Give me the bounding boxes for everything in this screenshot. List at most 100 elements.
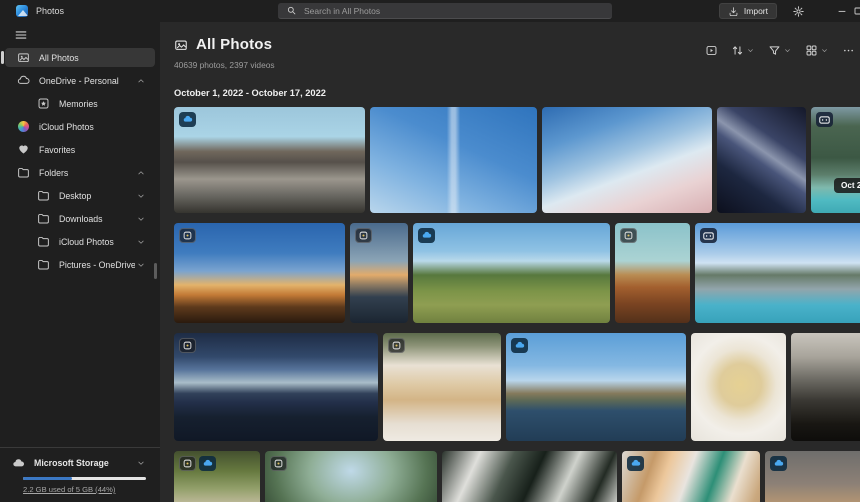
- content-area: All Photos 40639 photos, 2397 videos Oct…: [160, 22, 860, 502]
- tile-badges: [627, 456, 644, 471]
- sidebar: All Photos OneDrive - Personal Memories iCl…: [0, 22, 160, 502]
- sidebar-item-label: Folders: [39, 168, 135, 178]
- page-title: All Photos: [196, 36, 272, 53]
- photo-tile-turquoise-mountain-lake-with-glacier[interactable]: [695, 223, 860, 323]
- more-button[interactable]: [839, 42, 858, 59]
- photo-badge-icon: [179, 338, 196, 353]
- cloud-badge-icon: [199, 456, 216, 471]
- hamburger-menu-button[interactable]: [10, 26, 32, 44]
- video-badge-icon: [700, 228, 717, 243]
- sidebar-item-label: iCloud Photos: [39, 122, 151, 132]
- heart-icon: [17, 143, 30, 156]
- photo-grid-row: [174, 333, 860, 441]
- photo-tile-sunset-reflection-on-water[interactable]: [350, 223, 408, 323]
- scroll-date-indicator: Oct 2022: [834, 178, 860, 193]
- sidebar-item-folders[interactable]: Folders: [5, 163, 155, 182]
- sidebar-nav: All Photos OneDrive - Personal Memories iCl…: [0, 48, 160, 278]
- photo-tile-green-park-panorama-with-fence[interactable]: [413, 223, 610, 323]
- photo-tile-sunset-street-with-bare-trees[interactable]: [174, 223, 345, 323]
- cloud-icon: [17, 74, 30, 87]
- gallery-icon: [17, 51, 30, 64]
- folder-icon: [37, 235, 50, 248]
- photo-badge-icon: [179, 228, 196, 243]
- sidebar-item-favorites[interactable]: Favorites: [5, 140, 155, 159]
- sidebar-item-desktop[interactable]: Desktop: [5, 186, 155, 205]
- sidebar-scrollbar-thumb[interactable]: [154, 263, 157, 279]
- storage-usage-link[interactable]: 2.2 GB used of 5 GB (44%): [23, 485, 146, 494]
- tile-badges: [270, 456, 287, 471]
- tile-badges: [179, 228, 196, 243]
- sidebar-item-memories[interactable]: Memories: [5, 94, 155, 113]
- chevron-down-icon: [135, 191, 147, 201]
- photo-tile-house-plant-on-kitchen-counter[interactable]: [174, 451, 260, 502]
- tile-badges: [511, 338, 528, 353]
- sidebar-item-onedrive-personal[interactable]: OneDrive - Personal: [5, 71, 155, 90]
- sidebar-item-downloads[interactable]: Downloads: [5, 209, 155, 228]
- tile-badges: [179, 456, 216, 471]
- slideshow-icon: [705, 44, 718, 57]
- view-button[interactable]: [802, 42, 832, 59]
- photos-app-icon: [16, 5, 28, 17]
- storage-progress-bar: [23, 477, 146, 480]
- photo-tile-puppy-sitting-on-bed[interactable]: [383, 333, 501, 441]
- photo-tile-storm-cloud-over-dark-landscape[interactable]: [791, 333, 860, 441]
- gallery-toolbar: [702, 42, 858, 59]
- chevron-down-icon: [135, 237, 147, 247]
- photo-tile-city-skyline-with-snowy-mountains[interactable]: [174, 107, 365, 213]
- cloud-badge-icon: [511, 338, 528, 353]
- filter-button[interactable]: [765, 42, 795, 59]
- cloud-badge-icon: [770, 456, 787, 471]
- settings-button[interactable]: [789, 3, 807, 19]
- sidebar-item-icloud-photos[interactable]: iCloud Photos: [5, 117, 155, 136]
- photo-tile-forest-canopy-looking-up[interactable]: [265, 451, 437, 502]
- slideshow-button[interactable]: [702, 42, 721, 59]
- sidebar-item-label: iCloud Photos: [59, 237, 135, 247]
- photo-tile-ocean-waves-aerial-black-and-white[interactable]: [442, 451, 617, 502]
- cloud-filled-icon: [12, 457, 25, 470]
- photo-tile-harbor-with-white-sails-at-dusk[interactable]: [174, 333, 378, 441]
- chevron-down-icon: [783, 46, 792, 55]
- photo-badge-icon: [270, 456, 287, 471]
- sidebar-item-label: Memories: [59, 99, 151, 109]
- tile-badges: [770, 456, 787, 471]
- sidebar-item-label: Downloads: [59, 214, 135, 224]
- photo-tile-airplane-wing-over-pink-clouds[interactable]: [542, 107, 712, 213]
- maximize-button[interactable]: [849, 3, 860, 19]
- sort-button[interactable]: [728, 42, 758, 59]
- chevron-down-icon: [135, 458, 147, 468]
- photo-grid: [174, 107, 860, 502]
- chevron-down-icon: [135, 260, 147, 270]
- storage-row[interactable]: Microsoft Storage: [0, 456, 160, 470]
- cloud-badge-icon: [627, 456, 644, 471]
- icloud-icon: [17, 121, 30, 132]
- sidebar-item-label: Pictures - OneDrive Personal: [59, 260, 135, 270]
- cloud-badge-icon: [179, 112, 196, 127]
- photo-tile-amusement-tower-with-birds-in-blue-sky[interactable]: [370, 107, 537, 213]
- import-icon: [728, 6, 739, 17]
- sort-icon: [731, 44, 744, 57]
- photo-tile-forest-bridge-over-turquoise-lake[interactable]: [811, 107, 860, 213]
- library-counts: 40639 photos, 2397 videos: [174, 60, 860, 70]
- photo-tile-dog-standing-on-street[interactable]: [765, 451, 860, 502]
- photo-tile-pasta-plate-with-herbs[interactable]: [691, 333, 786, 441]
- titlebar: Photos Search in All Photos Import: [0, 0, 860, 22]
- view-icon: [805, 44, 818, 57]
- chevron-down-icon: [135, 214, 147, 224]
- search-icon: [286, 5, 297, 16]
- search-placeholder-text: Search in All Photos: [304, 6, 380, 16]
- photo-badge-icon: [620, 228, 637, 243]
- sidebar-item-label: Desktop: [59, 191, 135, 201]
- photo-tile-night-sky-with-milky-way[interactable]: [717, 107, 806, 213]
- photo-tile-red-dirt-road-under-teal-sky[interactable]: [615, 223, 690, 323]
- tile-badges: [388, 338, 405, 353]
- sidebar-item-label: OneDrive - Personal: [39, 76, 135, 86]
- sidebar-item-all-photos[interactable]: All Photos: [5, 48, 155, 67]
- search-input[interactable]: Search in All Photos: [278, 3, 612, 19]
- photo-tile-lake-with-cliffs-and-clouds[interactable]: [506, 333, 686, 441]
- sidebar-item-icloud-photos[interactable]: iCloud Photos: [5, 232, 155, 251]
- import-button[interactable]: Import: [719, 3, 777, 19]
- photo-grid-row: [174, 223, 860, 323]
- sidebar-item-pictures-onedrive-personal[interactable]: Pictures - OneDrive Personal: [5, 255, 155, 274]
- tile-badges: [620, 228, 637, 243]
- photo-tile-coffee-latte-and-pie-on-marble[interactable]: [622, 451, 760, 502]
